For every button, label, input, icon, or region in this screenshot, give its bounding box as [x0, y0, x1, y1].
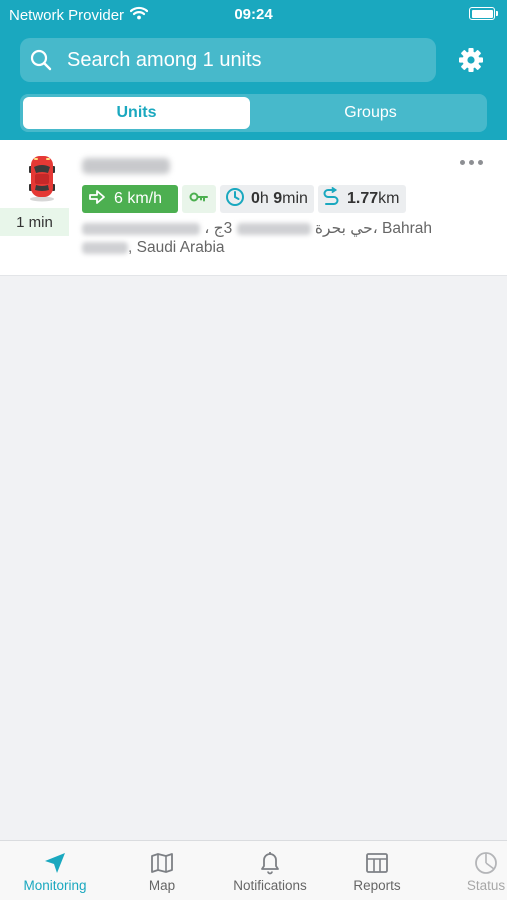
pie-chart-icon [473, 851, 499, 875]
search-placeholder: Search among 1 units [67, 48, 262, 71]
speed-badge: 6 km/h [82, 185, 178, 213]
duration-hours-value: 0 [251, 190, 260, 207]
bell-icon [257, 851, 283, 875]
unit-name-redacted [82, 158, 170, 174]
duration-minutes-value: 9 [273, 190, 283, 207]
battery-icon [469, 7, 498, 20]
redacted-text [82, 222, 200, 235]
tab-monitoring-label: Monitoring [23, 878, 87, 893]
ignition-badge [182, 185, 216, 213]
distance-unit: km [378, 190, 400, 207]
tab-notifications-label: Notifications [233, 878, 307, 893]
address-country: , Saudi Arabia [128, 239, 225, 256]
map-icon [149, 851, 175, 875]
bottom-tab-bar: Monitoring Map Notifications Reports Sta… [0, 840, 507, 900]
route-icon [323, 186, 339, 212]
gear-icon[interactable] [457, 46, 485, 74]
redacted-text [236, 222, 311, 235]
last-update-badge: 1 min [0, 208, 69, 236]
units-groups-segmented-control: Units Groups [20, 94, 487, 132]
tab-units[interactable]: Units [23, 97, 250, 129]
unit-status-badges: 6 km/h 0h 9min 1.77km [82, 185, 406, 213]
search-icon [30, 49, 52, 71]
clock-icon [225, 187, 245, 212]
key-icon [189, 190, 209, 208]
unit-list-item[interactable]: 1 min 6 km/h 0h 9min 1.77km ، حي بحرة 3ج… [0, 140, 507, 276]
tab-groups[interactable]: Groups [257, 97, 484, 129]
tab-status[interactable]: Status [458, 841, 507, 900]
status-time: 09:24 [234, 6, 273, 23]
tab-map-label: Map [148, 878, 176, 893]
distance-number: 1.77 [347, 190, 379, 207]
header: Search among 1 units Units Groups [0, 30, 507, 140]
tab-map[interactable]: Map [128, 841, 196, 900]
redacted-text [82, 241, 128, 254]
tab-status-label: Status [466, 878, 506, 893]
distance-badge: 1.77km [318, 185, 406, 213]
tab-reports-label: Reports [353, 878, 401, 893]
unit-address: ، حي بحرة 3ج، Bahrah , Saudi Arabia [82, 219, 442, 257]
distance-value: 1.77km [347, 190, 399, 208]
more-options-icon[interactable] [460, 160, 483, 165]
duration-minutes-unit: min [282, 190, 308, 207]
duration-hours-unit: h [259, 190, 269, 207]
duration-value: 0h 9min [251, 190, 308, 208]
speed-value: 6 km/h [114, 190, 163, 207]
tab-monitoring[interactable]: Monitoring [16, 841, 94, 900]
tab-notifications[interactable]: Notifications [227, 841, 313, 900]
car-icon [25, 154, 59, 202]
tab-reports[interactable]: Reports [345, 841, 409, 900]
status-bar: Network Provider 09:24 [0, 0, 507, 30]
navigation-arrow-icon [42, 851, 68, 875]
arrow-right-icon [88, 189, 106, 210]
search-input[interactable]: Search among 1 units [20, 38, 436, 82]
table-icon [364, 851, 390, 875]
duration-badge: 0h 9min [220, 185, 314, 213]
